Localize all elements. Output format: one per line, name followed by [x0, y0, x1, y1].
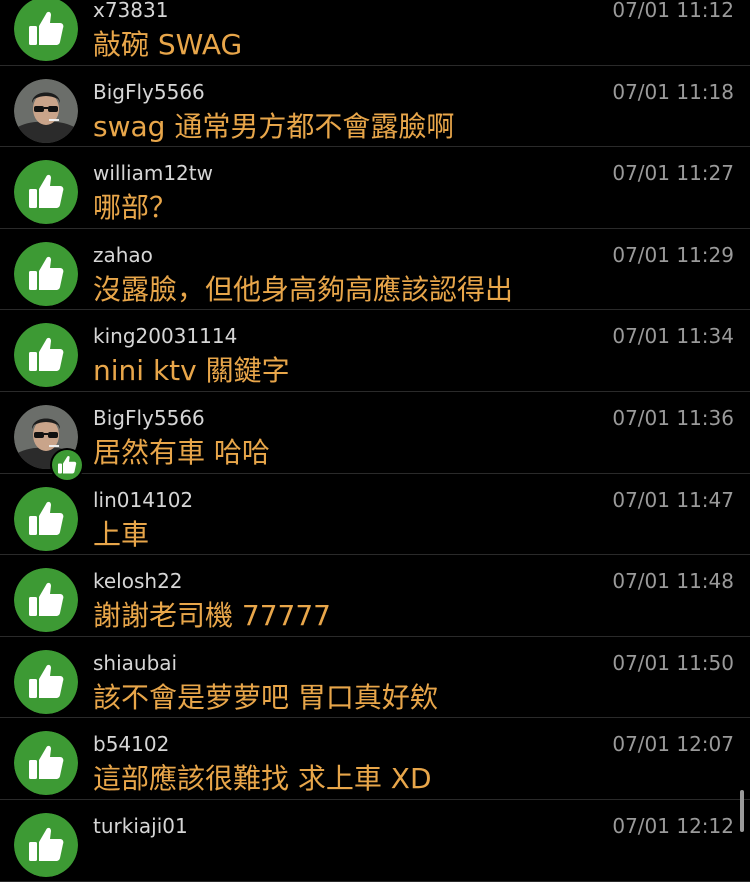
comment-timestamp: 07/01 12:12	[612, 813, 734, 838]
comment-timestamp: 07/01 11:36	[612, 405, 734, 430]
thumbs-up-icon[interactable]	[14, 160, 78, 225]
comment-row[interactable]: turkiaji01 07/01 12:12	[0, 800, 750, 882]
comment-timestamp: 07/01 11:18	[612, 79, 734, 104]
comment-row[interactable]: b54102 07/01 12:07 這部應該很難找 求上車 XD	[0, 718, 750, 800]
comment-row[interactable]: BigFly5566 07/01 11:18 swag 通常男方都不會露臉啊	[0, 66, 750, 148]
comment-username[interactable]: shiaubai	[93, 651, 177, 675]
comment-username[interactable]: kelosh22	[93, 569, 183, 593]
comment-timestamp: 07/01 11:50	[612, 650, 734, 675]
comment-row[interactable]: william12tw 07/01 11:27 哪部？	[0, 147, 750, 229]
comment-username[interactable]: william12tw	[93, 161, 213, 185]
comment-text: 敲碗 SWAG	[93, 28, 243, 61]
comment-username[interactable]: b54102	[93, 732, 169, 756]
comment-row[interactable]: shiaubai 07/01 11:50 該不會是萝萝吧 胃口真好欸	[0, 637, 750, 719]
comment-timestamp: 07/01 11:47	[612, 487, 734, 512]
thumbs-up-icon[interactable]	[14, 0, 78, 61]
comment-username[interactable]: king20031114	[93, 324, 237, 348]
comment-username[interactable]: BigFly5566	[93, 406, 205, 430]
comment-text: 謝謝老司機 77777	[93, 599, 331, 633]
comment-text: swag 通常男方都不會露臉啊	[93, 109, 455, 143]
thumbs-up-icon[interactable]	[14, 486, 78, 551]
comment-timestamp: 07/01 11:12	[612, 0, 734, 22]
thumbs-up-icon[interactable]	[14, 812, 78, 877]
comment-timestamp: 07/01 11:27	[612, 161, 734, 186]
comment-timestamp: 07/01 12:07	[612, 732, 734, 757]
comment-row[interactable]: kelosh22 07/01 11:48 謝謝老司機 77777	[0, 555, 750, 637]
comment-text: 沒露臉，但他身高夠高應該認得出	[93, 272, 514, 306]
comment-username[interactable]: turkiaji01	[93, 814, 188, 838]
comment-row[interactable]: king20031114 07/01 11:34 nini ktv 關鍵字	[0, 310, 750, 392]
comment-timestamp: 07/01 11:34	[612, 324, 734, 349]
comment-row[interactable]: x73831 07/01 11:12 敲碗 SWAG	[0, 0, 750, 66]
thumbs-up-icon[interactable]	[14, 568, 78, 633]
comment-text: 該不會是萝萝吧 胃口真好欸	[93, 680, 438, 714]
thumbs-up-icon[interactable]	[14, 649, 78, 714]
comment-username[interactable]: zahao	[93, 243, 153, 267]
comment-text: 哪部？	[93, 191, 178, 225]
comment-row[interactable]: zahao 07/01 11:29 沒露臉，但他身高夠高應該認得出	[0, 229, 750, 311]
scrollbar[interactable]	[740, 790, 744, 832]
comment-username[interactable]: BigFly5566	[93, 80, 205, 104]
thumbs-up-icon[interactable]	[14, 731, 78, 796]
comment-text: nini ktv 關鍵字	[93, 354, 290, 388]
user-avatar-photo[interactable]	[14, 78, 78, 143]
comment-text: 這部應該很難找 求上車 XD	[93, 762, 432, 796]
comment-text: 居然有車 哈哈	[93, 435, 270, 469]
comment-row[interactable]: lin014102 07/01 11:47 上車	[0, 474, 750, 556]
comment-list: x73831 07/01 11:12 敲碗 SWAG BigFly5566 07…	[0, 0, 750, 882]
thumbs-up-icon[interactable]	[14, 241, 78, 306]
comment-username[interactable]: x73831	[93, 0, 168, 22]
comment-username[interactable]: lin014102	[93, 488, 193, 512]
thumbs-up-icon[interactable]	[14, 323, 78, 388]
comment-timestamp: 07/01 11:48	[612, 569, 734, 594]
comment-timestamp: 07/01 11:29	[612, 242, 734, 267]
comment-row[interactable]: BigFly5566 07/01 11:36 居然有車 哈哈	[0, 392, 750, 482]
comment-text: 上車	[93, 517, 150, 551]
